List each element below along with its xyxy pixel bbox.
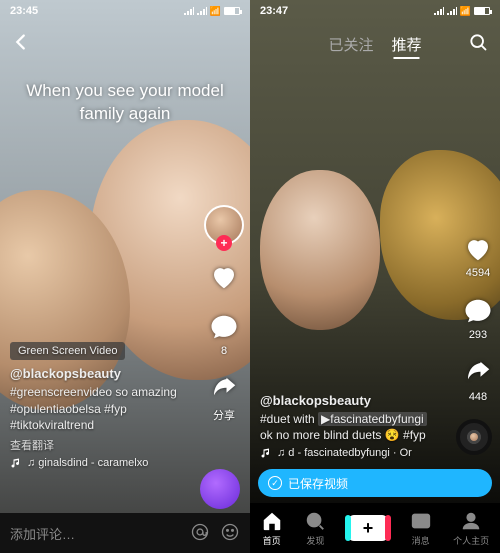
inbox-icon [410, 510, 432, 532]
phone-screen-right: 23:47 📶 已关注 推荐 4594 293 [250, 0, 500, 553]
caption-line: When you see your model [24, 80, 226, 103]
author-avatar[interactable]: + [204, 205, 244, 245]
wifi-icon: 📶 [210, 6, 221, 17]
video-overlay-text: When you see your model family again [0, 80, 250, 126]
tab-discover[interactable]: 发现 [304, 510, 326, 547]
author-username[interactable]: @blackopsbeauty [260, 393, 440, 408]
signal-icon [197, 7, 207, 15]
share-button[interactable]: 分享 [208, 373, 240, 423]
tab-profile[interactable]: 个人主页 [453, 510, 489, 547]
tab-label: 首页 [263, 534, 281, 547]
status-bar: 23:47 📶 [250, 0, 500, 22]
video-meta: Green Screen Video @blackopsbeauty #gree… [10, 342, 190, 469]
status-icons: 📶 [434, 6, 490, 17]
floating-action-button[interactable] [200, 469, 240, 509]
effect-pill[interactable]: Green Screen Video [10, 342, 125, 360]
comment-button[interactable]: 8 [208, 311, 240, 357]
video-description[interactable]: #greenscreenvideo so amazing #opulentiao… [10, 384, 190, 433]
desc-text: #duet with [260, 412, 318, 426]
profile-icon [460, 510, 482, 532]
comment-input[interactable]: 添加评论… [10, 524, 180, 543]
tab-following[interactable]: 已关注 [328, 34, 373, 55]
signal-icon [184, 7, 194, 15]
back-button[interactable] [10, 31, 32, 58]
signal-icon [447, 7, 457, 15]
share-label: 分享 [213, 407, 235, 423]
top-nav: 已关注 推荐 [250, 26, 500, 62]
saved-banner-text: 已保存视频 [288, 475, 348, 492]
tab-for-you[interactable]: 推荐 [392, 34, 422, 55]
status-time: 23:45 [10, 5, 38, 17]
music-note-icon [10, 457, 22, 469]
follow-plus-icon[interactable]: + [216, 235, 232, 251]
top-nav [0, 26, 250, 62]
share-icon [208, 373, 240, 405]
music-title: ♫ d - fascinatedbyfungi · Or [277, 447, 412, 459]
comment-icon [462, 295, 494, 327]
tab-label: 消息 [412, 534, 430, 547]
action-rail: + 8 分享 [204, 205, 244, 423]
comment-count: 293 [469, 329, 487, 341]
tab-home[interactable]: 首页 [261, 510, 283, 547]
post-button[interactable]: + [348, 515, 388, 541]
bottom-tab-bar: 首页 发现 + 消息 个人主页 [250, 503, 500, 553]
status-bar: 23:45 📶 [0, 0, 250, 22]
plus-icon: + [363, 518, 374, 539]
like-button[interactable]: 4594 [462, 233, 494, 279]
comment-count: 8 [221, 345, 227, 357]
comment-icon [208, 311, 240, 343]
action-rail: 4594 293 448 [462, 233, 494, 403]
heart-icon [208, 261, 240, 293]
author-username[interactable]: @blackopsbeauty [10, 366, 190, 381]
home-icon [261, 510, 283, 532]
tab-label: 发现 [306, 534, 324, 547]
mention-button[interactable] [190, 522, 210, 545]
phone-screen-left: 23:45 📶 When you see your model family a… [0, 0, 250, 553]
search-button[interactable] [468, 32, 488, 57]
comment-bar: 添加评论… [0, 513, 250, 553]
battery-icon [474, 7, 490, 15]
share-icon [462, 357, 494, 389]
desc-text: ok no more blind duets 😵 #fyp [260, 428, 426, 442]
feed-tabs: 已关注 推荐 [328, 34, 421, 55]
status-time: 23:47 [260, 5, 288, 17]
see-translation[interactable]: 查看翻译 [10, 437, 190, 453]
share-button[interactable]: 448 [462, 357, 494, 403]
emoji-button[interactable] [220, 522, 240, 545]
caption-line: family again [24, 103, 226, 126]
signal-icon [434, 7, 444, 15]
tab-inbox[interactable]: 消息 [410, 510, 432, 547]
like-count: 4594 [466, 267, 490, 279]
saved-banner[interactable]: ✓ 已保存视频 [258, 469, 492, 497]
wifi-icon: 📶 [460, 6, 471, 17]
heart-icon [462, 233, 494, 265]
sound-disc[interactable] [456, 419, 492, 455]
like-button[interactable] [208, 261, 240, 295]
music-row[interactable]: ♫ d - fascinatedbyfungi · Or [260, 447, 440, 459]
music-title: ♫ ginalsdind - caramelxo [27, 457, 148, 469]
status-icons: 📶 [184, 6, 240, 17]
music-note-icon [260, 447, 272, 459]
video-meta: @blackopsbeauty #duet with ▶fascinatedby… [260, 393, 440, 459]
duet-handle[interactable]: ▶fascinatedbyfungi [318, 412, 427, 426]
video-description[interactable]: #duet with ▶fascinatedbyfungi ok no more… [260, 411, 440, 443]
tab-label: 个人主页 [453, 534, 489, 547]
comment-button[interactable]: 293 [462, 295, 494, 341]
share-count: 448 [469, 391, 487, 403]
check-icon: ✓ [268, 476, 282, 490]
video-person [260, 170, 380, 330]
music-row[interactable]: ♫ ginalsdind - caramelxo [10, 457, 190, 469]
search-icon [304, 510, 326, 532]
battery-icon [224, 7, 240, 15]
